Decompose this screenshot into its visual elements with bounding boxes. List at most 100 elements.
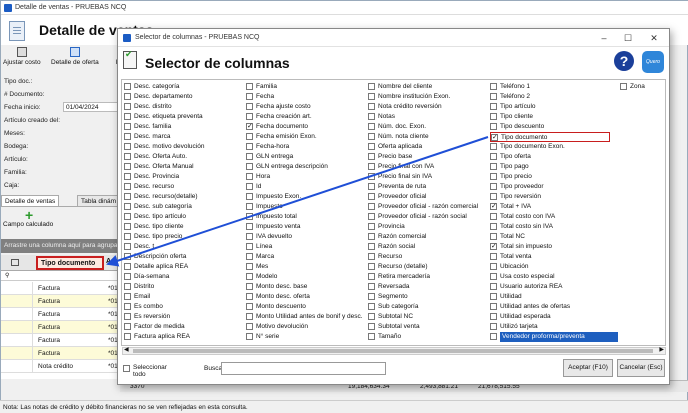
column-checkbox[interactable] [124,253,131,260]
grid-filter-row[interactable]: ⚲ [1,271,121,281]
column-option[interactable]: Notas [368,112,488,122]
column-option[interactable]: Nombre del cliente [368,82,488,92]
column-checkbox[interactable] [368,243,375,250]
column-option[interactable]: Desc. Provincia [124,172,244,182]
table-row[interactable]: Factura *01 [1,321,121,334]
column-checkbox[interactable] [246,83,253,90]
table-row[interactable]: Factura *01 [1,282,121,295]
column-option[interactable]: Ubicación [490,262,610,272]
column-option[interactable]: Tipo descuento [490,122,610,132]
detalle-oferta-button[interactable]: Detalle de oferta [51,47,99,66]
column-option[interactable]: Usa costo especial [490,272,610,282]
column-option[interactable]: Recurso [368,252,488,262]
column-option[interactable]: Id [246,182,366,192]
column-checkbox[interactable] [490,323,497,330]
column-option[interactable]: Tipo pago [490,162,610,172]
column-checkbox[interactable] [490,83,497,90]
table-row[interactable]: Factura *01 [1,334,121,347]
column-checkbox[interactable] [124,333,131,340]
ajustar-costo-button[interactable]: Ajustar costo [3,47,41,66]
column-checkbox[interactable] [490,313,497,320]
column-checkbox[interactable] [368,213,375,220]
column-checkbox[interactable] [490,153,497,160]
column-checkbox[interactable] [124,123,131,130]
row-header[interactable] [1,321,33,333]
column-option[interactable]: Total sin impuesto [490,242,610,252]
accept-button[interactable]: Aceptar (F10) [563,359,613,377]
column-checkbox[interactable] [124,143,131,150]
column-option[interactable]: Email [124,292,244,302]
column-option[interactable]: Proveedor oficial [368,192,488,202]
column-checkbox[interactable] [124,313,131,320]
column-checkbox[interactable] [368,333,375,340]
column-option[interactable]: Total costo con IVA [490,212,610,222]
column-checkbox[interactable] [124,213,131,220]
column-option[interactable]: Impuesto Exon. [246,192,366,202]
column-checkbox[interactable] [246,253,253,260]
column-option[interactable]: Proveedor oficial - razón comercial [368,202,488,212]
column-option[interactable]: Segmento [368,292,488,302]
cancel-button[interactable]: Cancelar (Esc) [617,359,665,377]
column-option[interactable]: Tipo documento [490,132,610,142]
column-option[interactable]: Desc. distrito [124,102,244,112]
close-button[interactable]: ✕ [646,32,662,44]
column-option[interactable]: Teléfono 2 [490,92,610,102]
column-checkbox[interactable] [620,83,627,90]
column-option[interactable]: Precio final sin IVA [368,172,488,182]
column-checkbox[interactable] [246,283,253,290]
scroll-thumb[interactable] [133,349,653,353]
column-checkbox[interactable] [490,213,497,220]
column-option[interactable]: Monto desc. base [246,282,366,292]
column-option[interactable]: Recurso (detalle) [368,262,488,272]
column-checkbox[interactable] [368,83,375,90]
column-option[interactable]: Mes [246,262,366,272]
column-checkbox[interactable] [246,123,253,130]
column-option[interactable]: Reversada [368,282,488,292]
column-checkbox[interactable] [246,93,253,100]
column-checkbox[interactable] [246,213,253,220]
column-option[interactable]: Es combo [124,302,244,312]
column-option[interactable]: Día-semana [124,272,244,282]
column-option[interactable]: Utilidad esperada [490,312,610,322]
column-option[interactable]: Desc. recurso [124,182,244,192]
column-checkbox[interactable] [124,323,131,330]
column-checkbox[interactable] [124,303,131,310]
column-header-tipo-documento[interactable]: Tipo documento [36,256,104,270]
grid-options-icon[interactable] [11,259,19,266]
column-option[interactable]: Fecha documento [246,122,366,132]
column-checkbox[interactable] [490,123,497,130]
column-checkbox[interactable] [490,243,497,250]
column-checkbox[interactable] [368,143,375,150]
row-header[interactable] [1,308,33,320]
column-option[interactable]: Desc. etiqueta preventa [124,112,244,122]
column-option[interactable]: Utilidad [490,292,610,302]
column-checkbox[interactable] [368,93,375,100]
column-option[interactable]: Total costo sin IVA [490,222,610,232]
column-checkbox[interactable] [490,113,497,120]
column-option[interactable]: Desc. departamento [124,92,244,102]
column-option[interactable]: Desc. familia [124,122,244,132]
column-checkbox[interactable] [124,233,131,240]
column-option[interactable]: Impuesto total [246,212,366,222]
column-checkbox[interactable] [124,183,131,190]
column-checkbox[interactable] [490,103,497,110]
column-option[interactable]: Impuesto venta [246,222,366,232]
column-checkbox[interactable] [124,223,131,230]
column-checkbox[interactable] [368,313,375,320]
column-checkbox[interactable] [490,233,497,240]
column-option[interactable]: GLN entrega descripción [246,162,366,172]
column-option[interactable]: GLN entrega [246,152,366,162]
column-checkbox[interactable] [368,323,375,330]
table-row[interactable]: Factura *01 [1,295,121,308]
column-option[interactable]: Núm. doc. Exon. [368,122,488,132]
column-checkbox[interactable] [246,143,253,150]
column-checkbox[interactable] [368,103,375,110]
select-all-box[interactable] [123,365,130,372]
table-row[interactable]: Factura *01 [1,308,121,321]
column-option[interactable]: Desc. Oferta Auto. [124,152,244,162]
column-checkbox[interactable] [246,113,253,120]
column-header-articulo[interactable]: Ar [106,258,114,265]
column-option[interactable]: Oferta aplicada [368,142,488,152]
column-option[interactable]: Desc. Oferta Manual [124,162,244,172]
column-checkbox[interactable] [246,163,253,170]
